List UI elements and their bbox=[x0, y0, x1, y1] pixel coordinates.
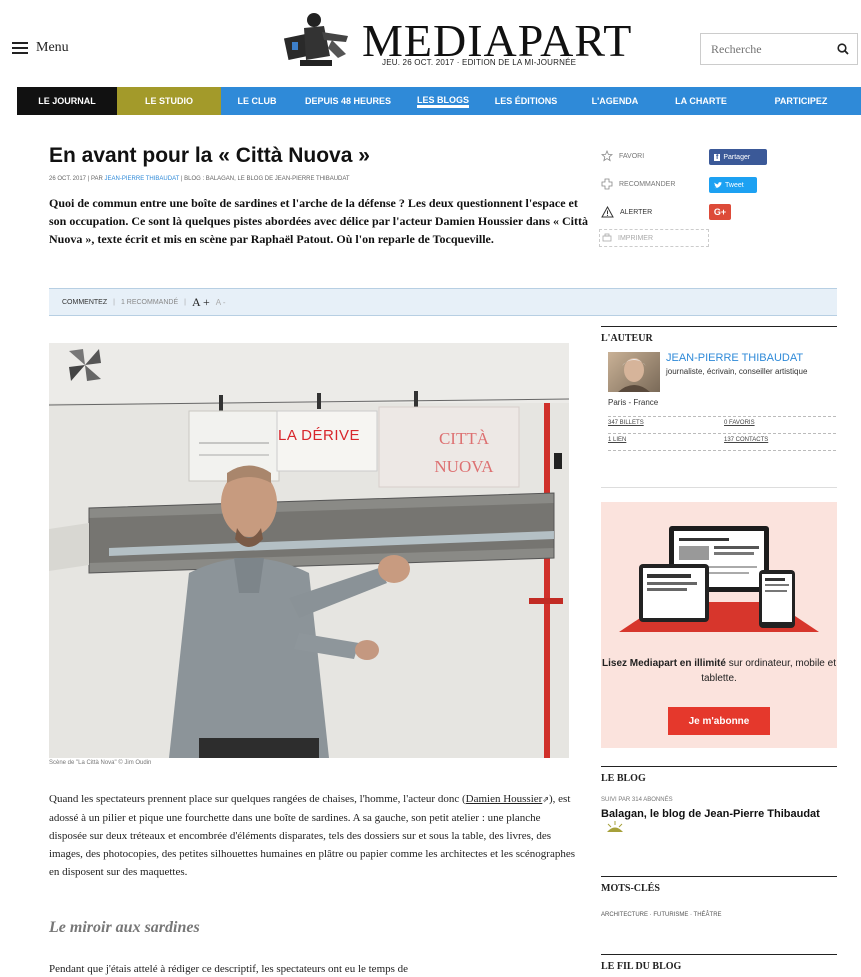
article-subhead: Le miroir aux sardines bbox=[49, 919, 200, 936]
article-paragraph-2: Pendant que j'étais attelé à rédiger ce … bbox=[49, 963, 409, 975]
comment-link[interactable]: COMMENTEZ bbox=[62, 299, 107, 306]
nav-les-editions[interactable]: LES ÉDITIONS bbox=[483, 87, 569, 115]
tweet-button[interactable]: Tweet bbox=[709, 177, 757, 193]
search-icon[interactable] bbox=[837, 43, 849, 55]
article-lede: Quoi de commun entre une boîte de sardin… bbox=[49, 196, 589, 246]
main-nav: LE JOURNAL LE STUDIO LE CLUB DEPUIS 48 H… bbox=[17, 87, 861, 115]
facebook-share-label: Partager bbox=[723, 153, 751, 161]
photo-sign-la-derive: LA DÉRIVE bbox=[278, 427, 361, 444]
author-contacts-link[interactable]: 137 CONTACTS bbox=[724, 437, 768, 443]
author-billets-link[interactable]: 347 BILLETS bbox=[608, 420, 644, 426]
nav-le-journal[interactable]: LE JOURNAL bbox=[17, 87, 117, 115]
toolbar-separator: | bbox=[113, 298, 115, 306]
author-location: Paris - France bbox=[608, 398, 659, 407]
photo-caption: Scène de "La Città Nova" © Jim Oudin bbox=[49, 760, 152, 766]
blog-section-head: LE BLOG bbox=[601, 766, 837, 784]
author-name-link[interactable]: JEAN-PIERRE THIBAUDAT bbox=[666, 352, 803, 364]
article-toolbar: COMMENTEZ | 1 RECOMMANDÉ | A + A - bbox=[49, 288, 837, 316]
article-title: En avant pour la « Città Nuova » bbox=[49, 144, 370, 167]
meta-author-link[interactable]: JEAN-PIERRE THIBAUDAT bbox=[105, 176, 180, 182]
paragraph-end: ), est adossé à un pilier et pique une f… bbox=[49, 793, 576, 878]
author-favoris-link[interactable]: 0 FAVORIS bbox=[724, 420, 755, 426]
recommend-count[interactable]: 1 RECOMMANDÉ bbox=[121, 299, 178, 306]
menu-label: Menu bbox=[36, 40, 69, 55]
print-icon bbox=[602, 233, 612, 242]
font-increase-button[interactable]: A + bbox=[192, 295, 210, 310]
promo-text-bold: Lisez Mediapart en illimité bbox=[602, 658, 726, 669]
stage-photo-illustration bbox=[49, 343, 569, 758]
alerter-button[interactable]: ALERTER bbox=[601, 206, 652, 218]
damien-houssier-link[interactable]: Damien Houssier bbox=[466, 793, 543, 805]
nav-les-blogs-label: LES BLOGS bbox=[416, 95, 469, 108]
nav-agenda[interactable]: L'AGENDA bbox=[569, 87, 661, 115]
author-divider bbox=[608, 433, 836, 434]
facebook-icon: f bbox=[714, 153, 721, 161]
nav-participez[interactable]: PARTICIPEZ bbox=[741, 87, 861, 115]
meta-blog[interactable]: BLOG : BALAGAN, LE BLOG DE JEAN-PIERRE T… bbox=[184, 176, 350, 182]
blog-subscribers: SUIVI PAR 314 ABONNÉS bbox=[601, 797, 673, 803]
town-crier-icon bbox=[283, 13, 348, 66]
subscribe-promo: Lisez Mediapart en illimité sur ordinate… bbox=[601, 502, 837, 748]
subscribe-button[interactable]: Je m'abonne bbox=[668, 707, 770, 735]
promo-text: Lisez Mediapart en illimité sur ordinate… bbox=[601, 656, 837, 686]
mediapart-logo[interactable]: MEDIAPART JEU. 26 OCT. 2017 · EDITION DE… bbox=[272, 4, 631, 74]
nav-le-club[interactable]: LE CLUB bbox=[221, 87, 293, 115]
author-avatar[interactable] bbox=[608, 352, 660, 392]
paragraph-start: Quand les spectateurs prennent place sur… bbox=[49, 793, 466, 805]
blog-feed-head: LE FIL DU BLOG bbox=[601, 954, 837, 972]
recommander-button[interactable]: RECOMMANDER bbox=[601, 178, 675, 190]
sun-icon bbox=[607, 821, 623, 833]
tags-list[interactable]: ARCHITECTURE · FUTURISME · THÉÂTRE bbox=[601, 912, 722, 918]
blog-title-text: Balagan, le blog de Jean-Pierre Thibauda… bbox=[601, 808, 820, 820]
tweet-label: Tweet bbox=[725, 181, 744, 189]
external-link-icon: ⇗ bbox=[542, 795, 550, 804]
devices-illustration bbox=[619, 526, 819, 632]
imprimer-button[interactable]: IMPRIMER bbox=[599, 229, 709, 247]
author-bio: journaliste, écrivain, conseiller artist… bbox=[666, 367, 808, 376]
author-section-head: L'AUTEUR bbox=[601, 326, 837, 344]
google-plus-button[interactable]: G+ bbox=[709, 204, 731, 220]
author-face-shape bbox=[618, 358, 650, 392]
article-photo: LA DÉRIVE CITTÀ NUOVA bbox=[49, 343, 569, 758]
favori-label: FAVORI bbox=[619, 152, 645, 160]
author-lien-link[interactable]: 1 LIEN bbox=[608, 437, 626, 443]
hamburger-icon bbox=[12, 42, 28, 54]
article-paragraph: Quand les spectateurs prennent place sur… bbox=[49, 790, 579, 881]
plus-cross-icon bbox=[601, 178, 613, 190]
nav-les-blogs[interactable]: LES BLOGS bbox=[403, 87, 483, 115]
photo-sign-citta-nuova: CITTÀ NUOVA bbox=[434, 429, 494, 476]
nav-le-studio[interactable]: LE STUDIO bbox=[117, 87, 221, 115]
search-input[interactable] bbox=[711, 41, 821, 57]
meta-by: PAR bbox=[90, 176, 103, 182]
search-box[interactable] bbox=[700, 33, 858, 65]
alerter-label: ALERTER bbox=[620, 208, 653, 216]
author-divider bbox=[608, 450, 836, 451]
nav-la-charte[interactable]: LA CHARTE bbox=[661, 87, 741, 115]
toolbar-separator: | bbox=[184, 298, 186, 306]
sidebar-divider bbox=[601, 487, 837, 488]
meta-date: 26 OCT. 2017 bbox=[49, 176, 87, 182]
facebook-share-button[interactable]: f Partager bbox=[709, 149, 767, 165]
font-decrease-button[interactable]: A - bbox=[216, 298, 226, 307]
favori-button[interactable]: FAVORI bbox=[601, 150, 644, 162]
edition-date: JEU. 26 OCT. 2017 · EDITION DE LA MI-JOU… bbox=[382, 58, 577, 67]
blog-title-link[interactable]: Balagan, le blog de Jean-Pierre Thibauda… bbox=[601, 808, 831, 834]
star-icon bbox=[601, 150, 613, 162]
warning-icon bbox=[601, 206, 614, 218]
author-divider bbox=[608, 416, 836, 417]
nav-depuis-48-heures[interactable]: DEPUIS 48 HEURES bbox=[293, 87, 403, 115]
tags-section-head: MOTS-CLÉS bbox=[601, 876, 837, 894]
twitter-icon bbox=[714, 181, 722, 188]
imprimer-label: IMPRIMER bbox=[618, 234, 653, 242]
menu-button[interactable]: Menu bbox=[12, 40, 69, 56]
recommander-label: RECOMMANDER bbox=[619, 180, 676, 188]
article-meta: 26 OCT. 2017 | PAR JEAN-PIERRE THIBAUDAT… bbox=[49, 176, 350, 182]
